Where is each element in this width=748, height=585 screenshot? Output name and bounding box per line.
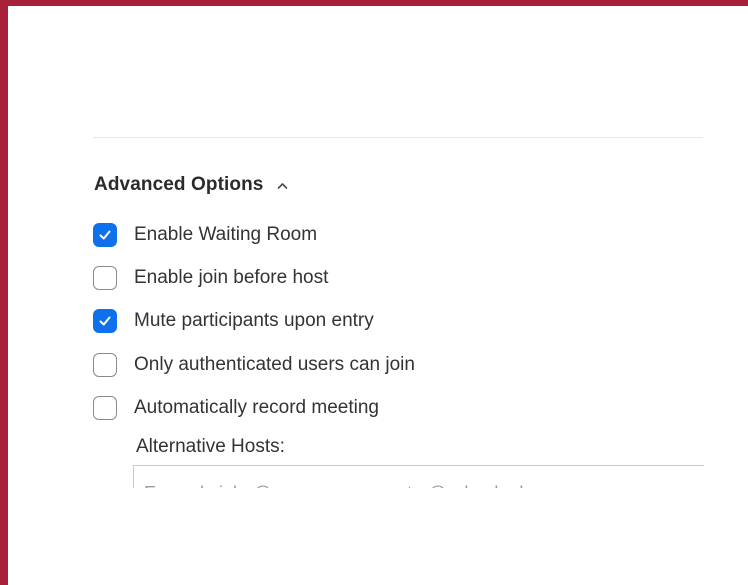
checkmark-icon [99, 316, 111, 326]
option-label: Automatically record meeting [134, 396, 379, 418]
checkbox[interactable] [93, 265, 117, 290]
checkbox[interactable] [93, 395, 117, 420]
option-label: Enable join before host [134, 266, 329, 288]
option-only-authenticated-users[interactable]: Only authenticated users can join [93, 343, 415, 386]
option-label: Mute participants upon entry [134, 310, 374, 332]
alternative-hosts-label: Alternative Hosts: [136, 436, 285, 457]
option-label: Only authenticated users can join [134, 353, 415, 375]
checkbox[interactable] [93, 352, 117, 377]
alternative-hosts-field [133, 465, 704, 488]
alternative-hosts-input[interactable] [134, 466, 704, 488]
checkbox[interactable] [93, 222, 117, 247]
settings-panel: Advanced Options Enable Waiting Room Ena… [8, 6, 748, 585]
option-enable-join-before-host[interactable]: Enable join before host [93, 256, 415, 299]
option-enable-waiting-room[interactable]: Enable Waiting Room [93, 213, 415, 256]
checkmark-icon [99, 230, 111, 240]
option-automatically-record-meeting[interactable]: Automatically record meeting [93, 386, 415, 429]
section-divider [93, 137, 703, 138]
checkbox[interactable] [93, 309, 117, 334]
advanced-options-toggle[interactable]: Advanced Options [94, 173, 288, 197]
chevron-up-icon [277, 177, 288, 195]
option-label: Enable Waiting Room [134, 223, 318, 245]
advanced-options-title: Advanced Options [94, 174, 264, 195]
option-mute-participants-upon-entry[interactable]: Mute participants upon entry [93, 300, 415, 343]
window-frame: Advanced Options Enable Waiting Room Ena… [0, 0, 748, 585]
advanced-options-list: Enable Waiting Room Enable join before h… [93, 213, 415, 429]
